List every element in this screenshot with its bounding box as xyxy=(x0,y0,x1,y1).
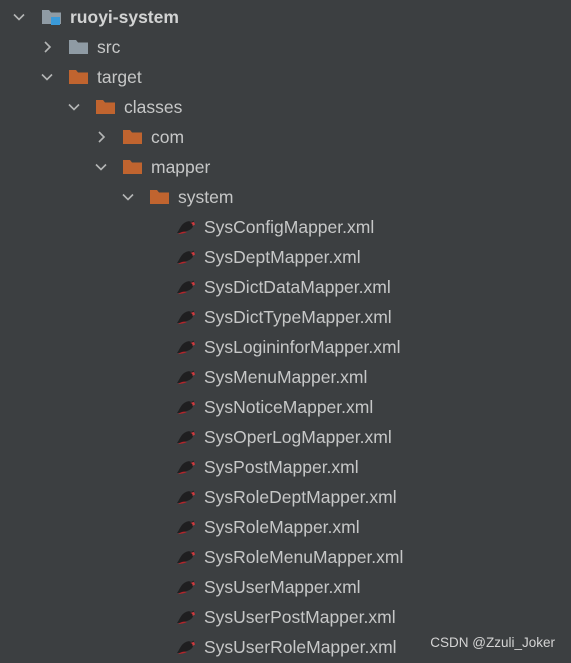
tree-file-item[interactable]: SysUserMapper.xml xyxy=(0,572,571,602)
tree-file-item[interactable]: SysNoticeMapper.xml xyxy=(0,392,571,422)
file-name: SysRoleMenuMapper.xml xyxy=(204,547,404,567)
tree-file-item[interactable]: SysDictDataMapper.xml xyxy=(0,272,571,302)
tree-node-target[interactable]: target xyxy=(0,62,571,92)
source-folder-icon xyxy=(68,37,90,57)
mybatis-xml-icon xyxy=(175,487,197,507)
excluded-folder-icon xyxy=(122,127,144,147)
tree-node-com[interactable]: com xyxy=(0,122,571,152)
mybatis-xml-icon xyxy=(175,337,197,357)
tree-node-classes[interactable]: classes xyxy=(0,92,571,122)
mybatis-xml-icon xyxy=(175,577,197,597)
file-name: SysDeptMapper.xml xyxy=(204,247,361,267)
tree-node-system[interactable]: system xyxy=(0,182,571,212)
mybatis-xml-icon xyxy=(175,397,197,417)
tree-file-item[interactable]: SysRoleMapper.xml xyxy=(0,512,571,542)
chevron-down-icon[interactable] xyxy=(65,98,83,116)
chevron-down-icon[interactable] xyxy=(38,68,56,86)
tree-node-ruoyi-system[interactable]: ruoyi-system xyxy=(0,2,571,32)
mybatis-xml-icon xyxy=(175,457,197,477)
tree-node-label: target xyxy=(97,67,142,87)
mybatis-xml-icon xyxy=(175,367,197,387)
tree-node-mapper[interactable]: mapper xyxy=(0,152,571,182)
excluded-folder-icon xyxy=(122,157,144,177)
tree-file-item[interactable]: SysLogininforMapper.xml xyxy=(0,332,571,362)
file-name: SysMenuMapper.xml xyxy=(204,367,368,387)
csdn-watermark: CSDN @Zzuli_Joker xyxy=(430,635,555,650)
file-name: SysUserRoleMapper.xml xyxy=(204,637,397,657)
file-name: SysUserMapper.xml xyxy=(204,577,361,597)
excluded-folder-icon xyxy=(68,67,90,87)
chevron-down-icon[interactable] xyxy=(92,158,110,176)
chevron-right-icon[interactable] xyxy=(38,38,56,56)
tree-node-label: src xyxy=(97,37,121,57)
tree-node-label: com xyxy=(151,127,185,147)
tree-file-item[interactable]: SysRoleMenuMapper.xml xyxy=(0,542,571,572)
tree-file-item[interactable]: SysPostMapper.xml xyxy=(0,452,571,482)
file-name: SysLogininforMapper.xml xyxy=(204,337,401,357)
tree-node-label: mapper xyxy=(151,157,211,177)
tree-node-label: ruoyi-system xyxy=(70,7,179,27)
tree-node-src[interactable]: src xyxy=(0,32,571,62)
tree-file-item[interactable]: SysDeptMapper.xml xyxy=(0,242,571,272)
tree-file-item[interactable]: SysOperLogMapper.xml xyxy=(0,422,571,452)
chevron-down-icon[interactable] xyxy=(10,8,28,26)
chevron-down-icon[interactable] xyxy=(119,188,137,206)
tree-file-item[interactable]: SysConfigMapper.xml xyxy=(0,212,571,242)
mybatis-xml-icon xyxy=(175,637,197,657)
file-name: SysRoleMapper.xml xyxy=(204,517,360,537)
tree-file-item[interactable]: SysMenuMapper.xml xyxy=(0,362,571,392)
mybatis-xml-icon xyxy=(175,217,197,237)
mybatis-xml-icon xyxy=(175,427,197,447)
file-name: SysNoticeMapper.xml xyxy=(204,397,374,417)
mybatis-xml-icon xyxy=(175,277,197,297)
mybatis-xml-icon xyxy=(175,247,197,267)
tree-file-item[interactable]: SysUserPostMapper.xml xyxy=(0,602,571,632)
excluded-folder-icon xyxy=(149,187,171,207)
mybatis-xml-icon xyxy=(175,607,197,627)
tree-node-label: system xyxy=(178,187,234,207)
excluded-folder-icon xyxy=(95,97,117,117)
tree-node-label: classes xyxy=(124,97,183,117)
mybatis-xml-icon xyxy=(175,517,197,537)
mybatis-xml-icon xyxy=(175,547,197,567)
file-name: SysDictDataMapper.xml xyxy=(204,277,391,297)
tree-file-item[interactable]: SysDictTypeMapper.xml xyxy=(0,302,571,332)
project-tree: ruoyi-system src target classes com mapp… xyxy=(0,0,571,663)
file-name: SysPostMapper.xml xyxy=(204,457,359,477)
chevron-right-icon[interactable] xyxy=(92,128,110,146)
file-name: SysConfigMapper.xml xyxy=(204,217,375,237)
file-name: SysDictTypeMapper.xml xyxy=(204,307,392,327)
tree-file-item[interactable]: SysRoleDeptMapper.xml xyxy=(0,482,571,512)
module-folder-icon xyxy=(41,7,63,27)
file-name: SysUserPostMapper.xml xyxy=(204,607,396,627)
mybatis-xml-icon xyxy=(175,307,197,327)
file-name: SysOperLogMapper.xml xyxy=(204,427,392,447)
file-name: SysRoleDeptMapper.xml xyxy=(204,487,397,507)
